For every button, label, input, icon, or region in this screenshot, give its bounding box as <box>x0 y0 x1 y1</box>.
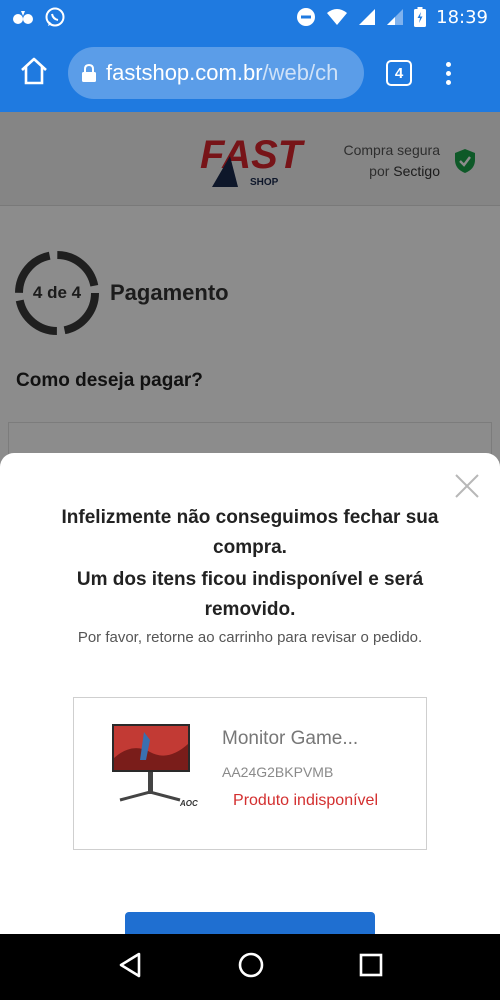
dialog-subtitle: Um dos itens ficou indisponível e será r… <box>76 569 424 620</box>
recents-icon[interactable] <box>359 953 383 982</box>
wifi-icon <box>326 8 348 26</box>
clock: 18:39 <box>436 6 488 28</box>
home-button[interactable] <box>14 53 54 93</box>
product-sku: AA24G2BKPVMB <box>222 764 334 780</box>
dialog-title: Infelizmente não conseguimos fechar sua … <box>61 507 439 558</box>
lock-icon <box>82 64 96 82</box>
product-name: Monitor Game... <box>222 728 359 749</box>
url-bar[interactable]: fastshop.com.br/web/ch <box>68 47 364 99</box>
browser-toolbar: fastshop.com.br/web/ch 4 <box>0 34 500 112</box>
product-image: AOC <box>110 722 202 812</box>
battery-charging-icon <box>414 7 427 27</box>
dialog-note: Por favor, retorne ao carrinho para revi… <box>77 629 423 646</box>
signal-weak-icon <box>386 8 404 26</box>
tab-switcher-button[interactable]: 4 <box>386 60 412 86</box>
home-icon <box>19 57 49 90</box>
product-status: Produto indisponível <box>233 792 378 809</box>
unavailable-item-dialog: Infelizmente não conseguimos fechar sua … <box>0 453 500 934</box>
close-icon <box>455 474 479 498</box>
url-path: /web/ch <box>262 60 339 85</box>
close-button[interactable] <box>454 473 480 499</box>
back-icon[interactable] <box>117 951 143 984</box>
url-text: fastshop.com.br/web/ch <box>106 60 338 86</box>
more-vert-icon[interactable] <box>446 61 451 85</box>
home-circle-icon[interactable] <box>237 951 265 984</box>
unavailable-product-card: AOC Monitor Game... AA24G2BKPVMB Produto… <box>73 697 427 850</box>
return-to-cart-button[interactable] <box>125 912 375 934</box>
whatsapp-icon <box>44 6 66 28</box>
system-nav-bar <box>0 934 500 1000</box>
signal-icon <box>358 8 376 26</box>
status-bar: 18:39 <box>0 0 500 34</box>
notification-app-icon <box>12 8 36 26</box>
do-not-disturb-icon <box>296 7 316 27</box>
svg-text:AOC: AOC <box>179 799 198 808</box>
url-domain: fastshop.com.br <box>106 60 263 85</box>
